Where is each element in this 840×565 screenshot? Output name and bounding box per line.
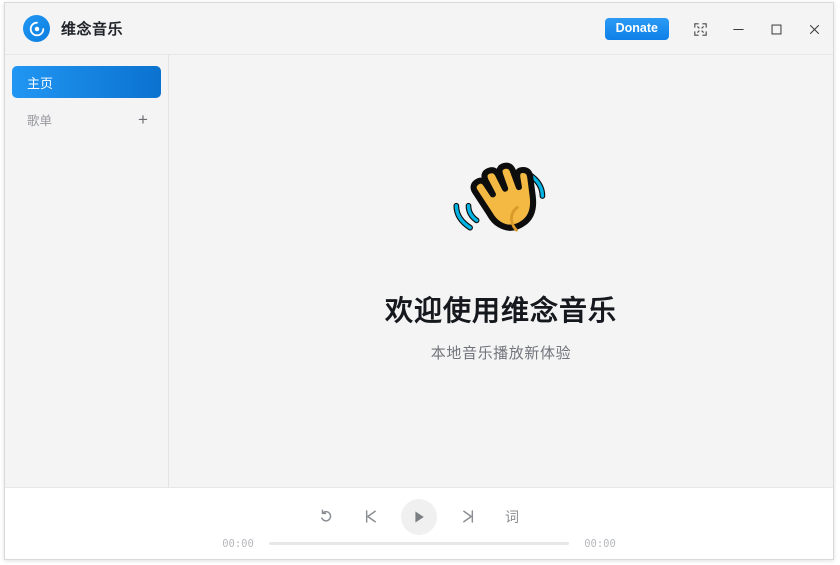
main-content: 欢迎使用维念音乐 本地音乐播放新体验 xyxy=(169,55,833,487)
progress-row: 00:00 00:00 xyxy=(5,538,833,550)
sidebar-section-playlists: 歌单 + xyxy=(12,104,161,134)
music-disc-icon xyxy=(23,15,50,42)
sidebar-item-home-label: 主页 xyxy=(27,75,54,91)
player-controls: 词 xyxy=(5,498,833,536)
shrink-to-mini-icon[interactable] xyxy=(681,3,719,55)
waving-hand-icon xyxy=(453,162,546,232)
close-icon[interactable] xyxy=(795,3,833,55)
welcome-subtitle: 本地音乐播放新体验 xyxy=(430,345,572,362)
maximize-icon[interactable] xyxy=(757,3,795,55)
minimize-icon[interactable] xyxy=(719,3,757,55)
app-brand: 维念音乐 xyxy=(23,15,123,42)
previous-track-icon[interactable] xyxy=(357,504,383,530)
sidebar: 主页 歌单 + xyxy=(5,55,169,487)
player-bar: 词 00:00 00:00 xyxy=(5,487,833,559)
window-actions: Donate xyxy=(604,3,833,55)
app-title: 维念音乐 xyxy=(61,21,124,38)
play-button[interactable] xyxy=(401,498,437,535)
repeat-icon[interactable] xyxy=(313,504,339,530)
donate-button[interactable]: Donate xyxy=(604,18,669,40)
titlebar: 维念音乐 Donate xyxy=(5,3,833,55)
current-time-label: 00:00 xyxy=(222,537,254,550)
sidebar-section-label: 歌单 xyxy=(27,113,53,128)
add-playlist-button[interactable]: + xyxy=(134,110,152,128)
next-track-icon[interactable] xyxy=(455,504,481,530)
sidebar-item-home[interactable]: 主页 xyxy=(12,66,161,98)
welcome-panel: 欢迎使用维念音乐 本地音乐播放新体验 xyxy=(385,157,617,363)
total-time-label: 00:00 xyxy=(584,537,616,550)
progress-slider[interactable] xyxy=(269,542,569,545)
welcome-title: 欢迎使用维念音乐 xyxy=(384,295,617,326)
body-area: 主页 歌单 + 欢迎使用维念音乐 本地音乐播放新体验 xyxy=(5,55,833,487)
lyrics-button[interactable]: 词 xyxy=(499,504,525,530)
app-window: 维念音乐 Donate 主页 歌单 + 欢迎使用维念音乐 本地音乐播放新体验 词… xyxy=(4,2,834,560)
